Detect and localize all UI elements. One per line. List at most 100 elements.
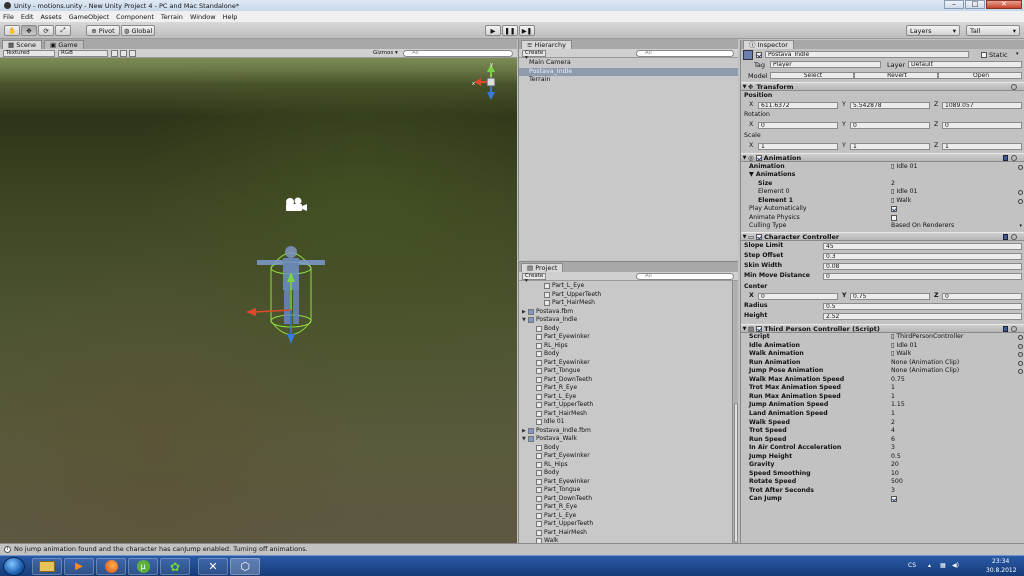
play-auto-checkbox[interactable] [891,206,897,212]
cc-enabled-checkbox[interactable] [756,233,763,240]
dropdown-arrow-icon[interactable]: ▾ [1019,222,1022,231]
project-item[interactable]: Part_Tongue [519,486,738,495]
cc-center-z-field[interactable]: 0 [942,293,1022,300]
position-y-field[interactable]: 5.542878 [850,102,930,109]
tpc-property-value[interactable]: 10 [891,470,899,479]
menu-component[interactable]: Component [116,13,154,21]
project-item[interactable]: Part_L_Eye [519,282,738,291]
network-icon[interactable]: ▦ [940,562,946,569]
project-item[interactable]: Part_Eyewinker [519,452,738,461]
hierarchy-search-input[interactable]: All [636,49,734,57]
tpc-property-value[interactable]: None (Animation Clip) [891,359,959,368]
fx-toggle[interactable] [120,49,127,57]
static-checkbox[interactable] [981,52,987,58]
collapse-arrow-icon[interactable]: ▼ [741,84,748,90]
cc-property-field[interactable]: 45 [823,243,1022,250]
project-scroll-thumb[interactable] [734,403,738,543]
language-indicator[interactable]: CS [908,562,916,569]
cc-height-field[interactable]: 2.52 [823,313,1022,320]
clock-date[interactable]: 30.8.2012 [986,567,1017,574]
project-item[interactable]: ▼ Postava_Indle [519,316,738,325]
scene-search-input[interactable]: All [403,49,513,57]
project-item[interactable]: Part_R_Eye [519,384,738,393]
project-item[interactable]: ▶ Postava.fbm [519,308,738,317]
taskbar-icq[interactable]: ✿ [160,558,190,575]
animations-label[interactable]: ▼ Animations [749,171,795,180]
project-item[interactable]: RL_Hips [519,342,738,351]
collapse-arrow-icon[interactable]: ▼ [741,234,748,240]
scale-tool-button[interactable]: ⤢ [55,25,71,36]
project-item[interactable]: Part_HairMesh [519,529,738,538]
rotate-tool-button[interactable]: ⟳ [38,25,54,36]
object-picker-icon[interactable] [1018,360,1023,366]
object-picker-icon[interactable] [1018,343,1023,349]
hand-tool-button[interactable]: ✋ [4,25,20,36]
camera-gizmo-icon[interactable] [286,197,307,212]
start-button[interactable] [3,557,25,576]
pause-button[interactable]: ❚❚ [502,25,518,36]
project-item[interactable]: Body [519,325,738,334]
active-checkbox[interactable] [756,52,762,58]
character-controller-header[interactable]: ▼ ▭ Character Controller [741,232,1024,241]
project-item[interactable]: Part_UpperTeeth [519,401,738,410]
layer-dropdown[interactable]: Default [908,61,1022,68]
help-book-icon[interactable] [1003,155,1008,161]
project-item[interactable]: RL_Hips [519,461,738,470]
tpc-property-value[interactable]: 1 [891,393,895,402]
layers-dropdown[interactable]: Layers ▾ [906,25,960,36]
orientation-gizmo-icon[interactable]: y x [472,62,496,100]
rotation-x-field[interactable]: 0 [758,122,838,129]
animation-enabled-checkbox[interactable] [755,154,762,161]
tab-scene[interactable]: ▦ Scene [2,40,43,49]
tpc-header[interactable]: ▼ ▤ Third Person Controller (Script) [741,324,1024,333]
rotation-z-field[interactable]: 0 [942,122,1022,129]
project-item[interactable]: Part_Tongue [519,367,738,376]
play-button[interactable]: ▶ [485,25,501,36]
culling-dropdown[interactable]: Based On Renderers [891,222,954,231]
tpc-enabled-checkbox[interactable] [756,325,763,332]
project-item[interactable]: Part_R_Eye [519,503,738,512]
taskbar-utorrent[interactable]: µ [128,558,158,575]
project-item[interactable]: Part_L_Eye [519,393,738,402]
tpc-property-value[interactable]: 6 [891,436,895,445]
help-book-icon[interactable] [1003,234,1008,240]
gizmos-dropdown[interactable]: Gizmos ▾ [373,50,398,56]
project-item[interactable]: ▼ Postava_Walk [519,435,738,444]
step-button[interactable]: ▶❚ [519,25,535,36]
object-picker-icon[interactable] [1018,199,1023,204]
taskbar-firefox[interactable] [96,558,126,575]
can-jump-checkbox[interactable] [891,496,897,503]
tab-hierarchy[interactable]: ≡ Hierarchy [521,40,572,49]
model-open-button[interactable]: Open [938,72,1022,79]
tpc-property-value[interactable]: 1.15 [891,401,905,410]
cc-center-x-field[interactable]: 0 [758,293,838,300]
menu-window[interactable]: Window [190,13,216,21]
anim-element0-value[interactable]: ▯ Idle 01 [891,188,918,197]
object-picker-icon[interactable] [1018,352,1023,358]
project-item[interactable]: Part_DownTeeth [519,376,738,385]
gear-icon[interactable] [1011,84,1017,90]
help-book-icon[interactable] [1003,326,1008,332]
tpc-property-value[interactable]: 3 [891,487,895,496]
cc-radius-field[interactable]: 0.5 [823,303,1022,310]
global-toggle[interactable]: ◍ Global [121,25,155,36]
collapse-arrow-icon[interactable]: ▼ [741,155,748,161]
object-name-field[interactable]: Postava_Indle [765,51,969,58]
menu-terrain[interactable]: Terrain [161,13,183,21]
menu-assets[interactable]: Assets [40,13,61,21]
rotation-y-field[interactable]: 0 [850,122,930,129]
project-create-dropdown[interactable]: Create ▾ [522,272,546,283]
clock-time[interactable]: 23:34 [992,558,1009,565]
scene-viewport[interactable]: y x [0,58,517,543]
hierarchy-item-terrain[interactable]: Terrain [519,76,738,85]
tab-inspector[interactable]: ⓘ Inspector [743,40,794,49]
project-item[interactable]: Part_DownTeeth [519,495,738,504]
tray-arrow-icon[interactable]: ▴ [928,562,931,569]
tag-dropdown[interactable]: Player [770,61,881,68]
pivot-toggle[interactable]: ⊕ Pivot [86,25,120,36]
tpc-property-value[interactable]: None (Animation Clip) [891,367,959,376]
project-item[interactable]: Part_HairMesh [519,299,738,308]
project-item[interactable]: Body [519,469,738,478]
project-item[interactable]: ▶ Postava_Indle.fbm [519,427,738,436]
shading-dropdown[interactable]: Textured [3,49,55,57]
